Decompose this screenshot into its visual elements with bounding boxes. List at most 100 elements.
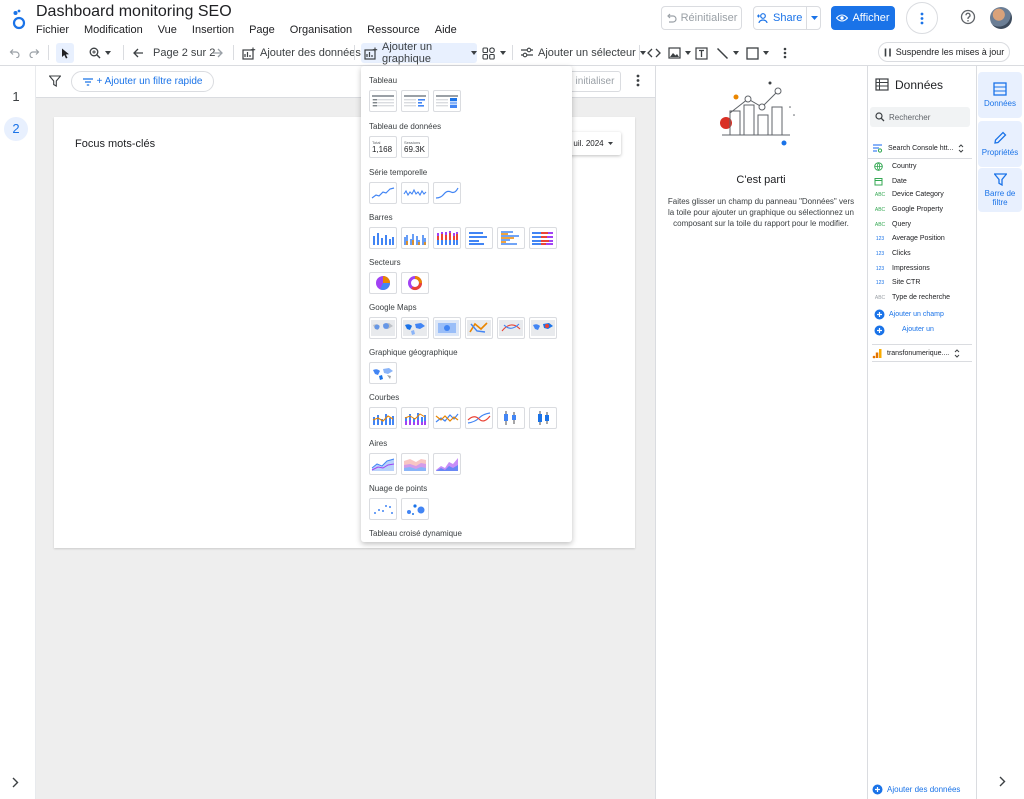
shape-button[interactable] xyxy=(746,44,769,62)
field-item[interactable]: 123 Site CTR xyxy=(874,279,921,286)
field-item[interactable]: ABC Query xyxy=(874,221,911,228)
add-quick-filter-button[interactable]: + Ajouter un filtre rapide xyxy=(71,71,214,92)
chart-option-candlestick[interactable] xyxy=(497,407,525,429)
field-item[interactable]: 123 Clicks xyxy=(874,250,911,257)
chart-option-stacked-area[interactable] xyxy=(401,453,429,475)
menu-fichier[interactable]: Fichier xyxy=(36,24,69,36)
tab-properties[interactable]: Propriétés xyxy=(978,121,1022,167)
more-tools-button[interactable] xyxy=(783,44,787,62)
undo-button[interactable] xyxy=(8,44,20,62)
field-search-input[interactable]: Rechercher xyxy=(870,107,970,127)
chart-option-time-series[interactable] xyxy=(369,182,397,204)
field-item[interactable]: ABC Type de recherche xyxy=(874,294,950,301)
chart-option-line[interactable] xyxy=(433,407,461,429)
chart-option-table[interactable] xyxy=(369,90,397,112)
chart-option-table-heatmap[interactable] xyxy=(433,90,461,112)
menu-aide[interactable]: Aide xyxy=(435,24,457,36)
text-box-button[interactable] xyxy=(695,44,708,62)
add-field-button[interactable]: Ajouter un champ xyxy=(874,309,944,320)
date-range-control[interactable]: uil. 2024 xyxy=(565,132,621,155)
chart-option-grouped-bar[interactable] xyxy=(497,227,525,249)
page-2-tab[interactable]: 2 xyxy=(0,121,32,136)
menu-organisation[interactable]: Organisation xyxy=(290,24,352,36)
filter-icon[interactable] xyxy=(49,75,61,87)
add-data-button[interactable]: Ajouter des données xyxy=(242,44,361,62)
chart-option-bubble-map[interactable] xyxy=(369,317,397,339)
filter-more-button[interactable] xyxy=(636,74,640,87)
add-chart-button[interactable]: Ajouter un graphique xyxy=(361,41,477,65)
chart-option-column[interactable] xyxy=(369,227,397,249)
chart-option-smooth-series[interactable] xyxy=(433,182,461,204)
chart-option-connection-map[interactable] xyxy=(497,317,525,339)
chart-option-heatmap-map[interactable] xyxy=(433,317,461,339)
chart-option-line-map[interactable] xyxy=(465,317,493,339)
next-page-button[interactable] xyxy=(212,44,223,62)
chart-option-area[interactable] xyxy=(369,453,397,475)
chart-option-bubble[interactable] xyxy=(401,498,429,520)
data-source-selector[interactable]: Search Console htt... xyxy=(872,139,972,157)
reset-button[interactable]: Réinitialiser xyxy=(661,6,742,30)
avatar[interactable] xyxy=(990,7,1012,29)
expand-pages-button[interactable] xyxy=(11,777,19,788)
previous-page-button[interactable] xyxy=(133,44,144,62)
chart-option-smooth-line[interactable] xyxy=(465,407,493,429)
chart-option-scatter[interactable] xyxy=(369,498,397,520)
chart-option-combo[interactable] xyxy=(369,407,397,429)
share-options-button[interactable] xyxy=(806,6,821,30)
menu-ressource[interactable]: Ressource xyxy=(367,24,420,36)
view-button[interactable]: Afficher xyxy=(831,6,895,30)
page-title[interactable]: Focus mots-clés xyxy=(75,138,155,150)
field-item[interactable]: ABC Device Category xyxy=(874,191,944,198)
tab-filter-bar[interactable]: Barre de filtre xyxy=(978,168,1022,212)
field-item[interactable]: Date xyxy=(874,177,907,186)
chart-option-filled-map[interactable] xyxy=(401,317,429,339)
chart-option-boxplot[interactable] xyxy=(529,407,557,429)
image-button[interactable] xyxy=(668,44,691,62)
field-item[interactable]: 123 Average Position xyxy=(874,235,945,242)
chart-option-bar[interactable] xyxy=(465,227,493,249)
embed-code-button[interactable] xyxy=(647,44,661,62)
field-item[interactable]: ABC Google Property xyxy=(874,206,943,213)
line-button[interactable] xyxy=(716,44,739,62)
data-panel xyxy=(867,66,976,799)
field-type-badge: ABC xyxy=(874,221,886,228)
pause-updates-button[interactable]: Suspendre les mises à jour xyxy=(878,42,1010,62)
chart-option-combo-map[interactable] xyxy=(529,317,557,339)
menu-vue[interactable]: Vue xyxy=(158,24,177,36)
field-item[interactable]: Country xyxy=(874,162,917,171)
zoom-button[interactable] xyxy=(89,44,111,62)
add-component-button[interactable] xyxy=(482,44,506,62)
search-placeholder: Rechercher xyxy=(889,112,931,122)
redo-button[interactable] xyxy=(29,44,41,62)
chart-option-grouped-column[interactable] xyxy=(401,227,429,249)
chart-option-pie[interactable] xyxy=(369,272,397,294)
report-title[interactable]: Dashboard monitoring SEO xyxy=(36,3,232,21)
select-tool-button[interactable] xyxy=(56,43,74,63)
empty-state-description: Faites glisser un champ du panneau "Donn… xyxy=(667,197,855,228)
page-1-tab[interactable]: 1 xyxy=(0,89,32,104)
chart-option-table-bars[interactable] xyxy=(401,90,429,112)
chart-option-stacked-column[interactable] xyxy=(433,227,461,249)
expand-collapse-icon xyxy=(954,348,960,358)
add-data-source-button[interactable]: Ajouter des données xyxy=(872,784,960,795)
chart-option-stacked-bar[interactable] xyxy=(529,227,557,249)
chart-option-scorecard[interactable]: Total 1,168 xyxy=(369,136,397,158)
add-control-button[interactable]: Ajouter un sélecteur xyxy=(520,44,646,62)
chart-option-geo[interactable] xyxy=(369,362,397,384)
help-icon[interactable] xyxy=(960,9,976,25)
add-parameter-button[interactable]: Ajouter un paramètre xyxy=(874,322,947,338)
chart-option-scorecard-compact[interactable]: Sessions 69.3K xyxy=(401,136,429,158)
more-options-button[interactable] xyxy=(906,2,938,34)
collapse-panel-button[interactable] xyxy=(998,776,1006,787)
tab-data[interactable]: Données xyxy=(978,72,1022,118)
menu-insertion[interactable]: Insertion xyxy=(192,24,234,36)
chart-option-sparkline[interactable] xyxy=(401,182,429,204)
chart-option-percent-area[interactable] xyxy=(433,453,461,475)
field-item[interactable]: 123 Impressions xyxy=(874,265,930,272)
menu-page[interactable]: Page xyxy=(249,24,275,36)
data-source-selector-2[interactable]: transfonumerique.... xyxy=(872,344,972,362)
chart-option-stacked-combo[interactable] xyxy=(401,407,429,429)
chart-option-donut[interactable] xyxy=(401,272,429,294)
menu-modification[interactable]: Modification xyxy=(84,24,143,36)
looker-studio-logo-icon[interactable] xyxy=(9,8,29,30)
